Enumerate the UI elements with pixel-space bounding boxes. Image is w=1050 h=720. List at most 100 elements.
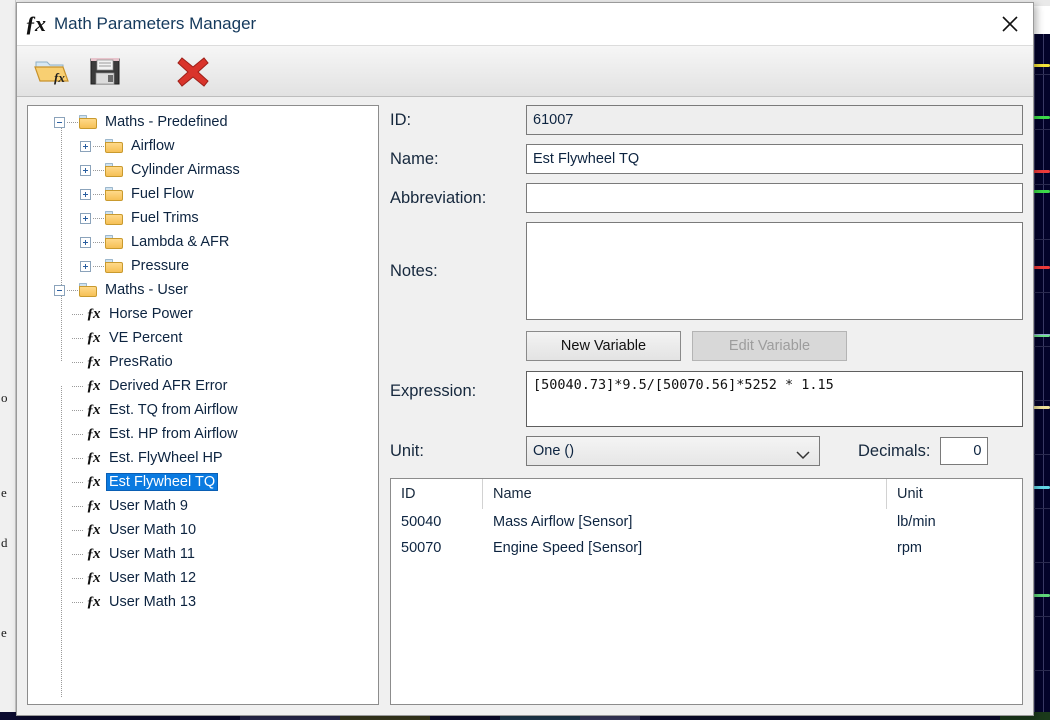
column-header-id: ID xyxy=(391,479,483,509)
tree-node-maths-user[interactable]: Maths - User xyxy=(28,278,378,302)
decimals-field[interactable]: 0 xyxy=(940,437,989,465)
tree-node-horse-power[interactable]: ƒx Horse Power xyxy=(28,302,378,326)
fx-icon: ƒx xyxy=(86,353,101,370)
tree-node-label: Est. HP from Airflow xyxy=(109,426,238,442)
background-text-fragment: e xyxy=(1,625,7,640)
fx-icon: ƒx xyxy=(86,329,101,346)
tree-node-est-flywheel-hp[interactable]: ƒx Est. FlyWheel HP xyxy=(28,446,378,470)
tree-node-label: User Math 13 xyxy=(109,594,197,610)
fx-icon: ƒx xyxy=(86,305,101,322)
tree-node-lambda-afr[interactable]: Lambda & AFR xyxy=(28,230,378,254)
unit-selected-value: One () xyxy=(533,443,575,459)
tree-node-fuel-trims[interactable]: Fuel Trims xyxy=(28,206,378,230)
tree-connector xyxy=(72,409,84,411)
tree-connector xyxy=(72,481,84,483)
chevron-down-icon xyxy=(796,448,810,464)
folder-icon xyxy=(105,139,123,153)
tree-node-maths-predefined[interactable]: Maths - Predefined xyxy=(28,110,378,134)
unit-label: Unit: xyxy=(390,442,424,460)
tree-node-est-hp-from-airflow[interactable]: ƒx Est. HP from Airflow xyxy=(28,422,378,446)
id-label: ID: xyxy=(390,111,412,129)
tree-node-presratio[interactable]: ƒx PresRatio xyxy=(28,350,378,374)
tree-node-est-tq-from-airflow[interactable]: ƒx Est. TQ from Airflow xyxy=(28,398,378,422)
maths-tree[interactable]: Maths - Predefined Airflow Cylinder Airm… xyxy=(27,105,379,705)
tree-node-label: User Math 9 xyxy=(109,498,188,514)
tree-node-cylinder-airmass[interactable]: Cylinder Airmass xyxy=(28,158,378,182)
new-variable-button[interactable]: New Variable xyxy=(526,331,681,361)
name-label: Name: xyxy=(390,150,439,168)
tree-connector xyxy=(72,313,84,315)
tree-connector xyxy=(93,241,105,243)
expression-field[interactable]: [50040.73]*9.5/[50070.56]*5252 * 1.15 xyxy=(526,371,1023,427)
tree-toggle-plus-icon[interactable] xyxy=(80,140,91,152)
dialog-titlebar: ƒx Math Parameters Manager xyxy=(17,3,1033,45)
notes-label: Notes: xyxy=(390,262,438,280)
tree-toggle-plus-icon[interactable] xyxy=(80,260,91,272)
folder-icon xyxy=(105,235,123,249)
folder-icon xyxy=(79,115,97,129)
tree-node-user-math-11[interactable]: ƒx User Math 11 xyxy=(28,542,378,566)
name-field[interactable]: Est Flywheel TQ xyxy=(526,144,1023,174)
fx-icon: ƒx xyxy=(86,377,101,394)
close-icon[interactable] xyxy=(987,3,1033,44)
tree-connector xyxy=(67,121,79,123)
variables-table[interactable]: ID Name Unit 50040 Mass Airflow [Sensor]… xyxy=(390,478,1023,705)
tree-node-airflow[interactable]: Airflow xyxy=(28,134,378,158)
tree-node-ve-percent[interactable]: ƒx VE Percent xyxy=(28,326,378,350)
delete-math-button[interactable] xyxy=(167,48,219,94)
tree-node-fuel-flow[interactable]: Fuel Flow xyxy=(28,182,378,206)
id-field: 61007 xyxy=(526,105,1023,135)
tree-connector xyxy=(72,601,84,603)
tree-toggle-plus-icon[interactable] xyxy=(80,212,91,224)
tree-connector xyxy=(93,265,105,267)
tree-connector xyxy=(72,385,84,387)
notes-row: Notes: xyxy=(390,222,1023,320)
tree-node-label: Lambda & AFR xyxy=(131,234,230,250)
variables-table-header: ID Name Unit xyxy=(391,479,1022,509)
column-header-name: Name xyxy=(483,479,887,509)
open-maths-button[interactable]: fx xyxy=(27,48,79,94)
tree-toggle-plus-icon[interactable] xyxy=(80,188,91,200)
tree-node-label: Est Flywheel TQ xyxy=(105,473,219,491)
abbreviation-field[interactable] xyxy=(526,183,1023,213)
fx-icon: ƒx xyxy=(86,473,101,490)
tree-node-user-math-12[interactable]: ƒx User Math 12 xyxy=(28,566,378,590)
fx-icon: ƒx xyxy=(86,593,101,610)
math-parameters-manager-dialog: ƒx Math Parameters Manager fx Maths - Pr… xyxy=(16,2,1034,716)
dialog-toolbar: fx xyxy=(17,45,1033,97)
tree-connector xyxy=(72,433,84,435)
background-text-fragment: d xyxy=(1,535,8,550)
tree-node-label: Cylinder Airmass xyxy=(131,162,240,178)
table-row[interactable]: 50040 Mass Airflow [Sensor] lb/min xyxy=(391,509,1022,535)
tree-node-label: Est. TQ from Airflow xyxy=(109,402,238,418)
tree-connector xyxy=(72,529,84,531)
fx-icon: ƒx xyxy=(86,545,101,562)
dialog-title: Math Parameters Manager xyxy=(54,14,257,33)
tree-node-label: Maths - User xyxy=(105,282,188,298)
folder-icon xyxy=(105,187,123,201)
folder-icon xyxy=(79,283,97,297)
unit-select[interactable]: One () xyxy=(526,436,820,466)
table-row[interactable]: 50070 Engine Speed [Sensor] rpm xyxy=(391,535,1022,561)
tree-node-user-math-10[interactable]: ƒx User Math 10 xyxy=(28,518,378,542)
tree-toggle-plus-icon[interactable] xyxy=(80,236,91,248)
tree-node-pressure[interactable]: Pressure xyxy=(28,254,378,278)
name-row: Name: Est Flywheel TQ xyxy=(390,144,1023,174)
tree-node-label: Horse Power xyxy=(109,306,193,322)
fx-icon: ƒx xyxy=(86,449,101,466)
tree-node-user-math-13[interactable]: ƒx User Math 13 xyxy=(28,590,378,614)
tree-toggle-minus-icon[interactable] xyxy=(54,284,65,296)
tree-node-user-math-9[interactable]: ƒx User Math 9 xyxy=(28,494,378,518)
tree-connector xyxy=(72,553,84,555)
tree-node-derived-afr-error[interactable]: ƒx Derived AFR Error xyxy=(28,374,378,398)
tree-node-est-flywheel-tq[interactable]: ƒx Est Flywheel TQ xyxy=(28,470,378,494)
tree-toggle-minus-icon[interactable] xyxy=(54,116,65,128)
folder-icon xyxy=(105,163,123,177)
background-text-fragment: e xyxy=(1,485,7,500)
tree-node-label: PresRatio xyxy=(109,354,173,370)
fx-icon: ƒx xyxy=(25,11,46,36)
notes-field[interactable] xyxy=(526,222,1023,320)
save-maths-button[interactable] xyxy=(79,48,131,94)
tree-node-label: Est. FlyWheel HP xyxy=(109,450,223,466)
tree-toggle-plus-icon[interactable] xyxy=(80,164,91,176)
